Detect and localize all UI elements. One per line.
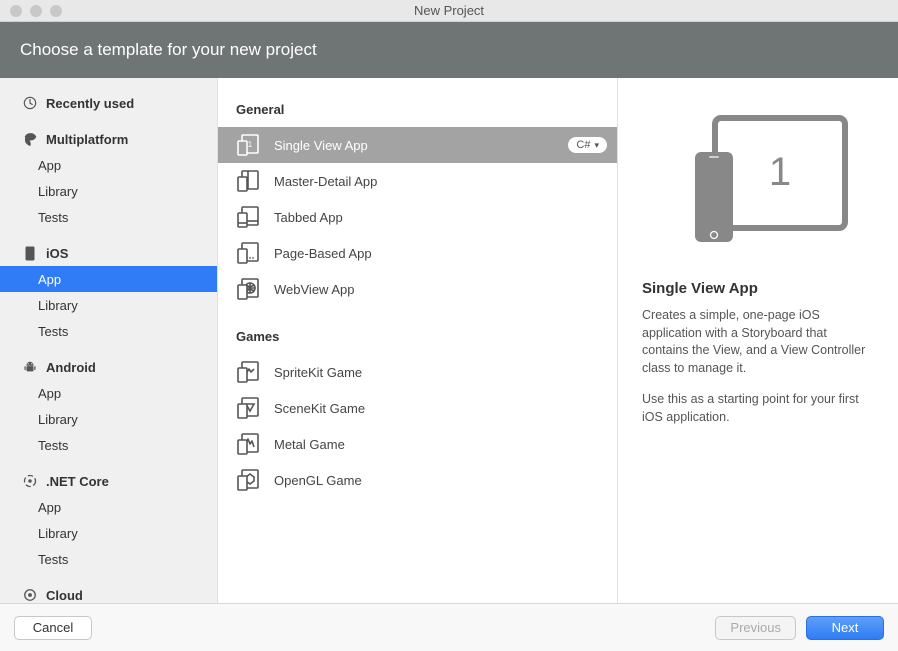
sidebar-item-label: App bbox=[38, 500, 61, 515]
metal-icon bbox=[236, 432, 260, 456]
sidebar-item[interactable]: Tests bbox=[0, 204, 217, 230]
sidebar-item-label: App bbox=[38, 272, 61, 287]
sidebar-item-label: Tests bbox=[38, 552, 68, 567]
scenekit-icon bbox=[236, 396, 260, 420]
template-row[interactable]: SpriteKit Game bbox=[218, 354, 617, 390]
sidebar-item-label: Library bbox=[38, 298, 78, 313]
footer: Cancel Previous Next bbox=[0, 603, 898, 651]
sidebar-item-label: Recently used bbox=[46, 96, 134, 111]
previous-button: Previous bbox=[715, 616, 796, 640]
template-label: Single View App bbox=[274, 138, 554, 153]
template-row[interactable]: 1 Single View App C#▾ bbox=[218, 127, 617, 163]
template-section-header: Games bbox=[218, 321, 617, 354]
detail-description-2: Use this as a starting point for your fi… bbox=[642, 391, 874, 426]
sidebar-item-label: Multiplatform bbox=[46, 132, 128, 147]
ios-icon bbox=[22, 245, 38, 261]
single-view-icon: 1 bbox=[236, 133, 260, 157]
sidebar-item-label: App bbox=[38, 386, 61, 401]
template-row[interactable]: Page-Based App bbox=[218, 235, 617, 271]
template-label: Metal Game bbox=[274, 437, 607, 452]
sidebar-item[interactable]: Recently used bbox=[0, 90, 217, 116]
template-label: OpenGL Game bbox=[274, 473, 607, 488]
opengl-icon bbox=[236, 468, 260, 492]
sidebar-item[interactable]: .NET Core bbox=[0, 468, 217, 494]
template-row[interactable]: Master-Detail App bbox=[218, 163, 617, 199]
sidebar-item-label: Library bbox=[38, 412, 78, 427]
window-title: New Project bbox=[0, 3, 898, 18]
template-section-header: General bbox=[218, 94, 617, 127]
next-button[interactable]: Next bbox=[806, 616, 884, 640]
sidebar-item[interactable]: App bbox=[0, 380, 217, 406]
tabbed-icon bbox=[236, 205, 260, 229]
sidebar-item[interactable]: App bbox=[0, 266, 217, 292]
traffic-lights bbox=[0, 5, 62, 17]
detail-description-1: Creates a simple, one-page iOS applicati… bbox=[642, 307, 874, 377]
sidebar-item[interactable]: Tests bbox=[0, 546, 217, 572]
spritekit-icon bbox=[236, 360, 260, 384]
page-based-icon bbox=[236, 241, 260, 265]
template-label: Tabbed App bbox=[274, 210, 607, 225]
sidebar-item-label: iOS bbox=[46, 246, 68, 261]
content: Recently used Multiplatform App Library Test… bbox=[0, 78, 898, 603]
sidebar-item-label: Library bbox=[38, 184, 78, 199]
sidebar-item[interactable]: iOS bbox=[0, 240, 217, 266]
template-row[interactable]: Metal Game bbox=[218, 426, 617, 462]
sidebar-item-label: Cloud bbox=[46, 588, 83, 603]
sidebar: Recently used Multiplatform App Library Test… bbox=[0, 78, 218, 603]
sidebar-item[interactable]: Library bbox=[0, 292, 217, 318]
template-label: Page-Based App bbox=[274, 246, 607, 261]
svg-text:1: 1 bbox=[769, 150, 791, 194]
detail-illustration: 1 bbox=[642, 110, 874, 250]
sidebar-item[interactable]: Library bbox=[0, 406, 217, 432]
banner-text: Choose a template for your new project bbox=[20, 40, 317, 59]
sidebar-item[interactable]: Library bbox=[0, 178, 217, 204]
cloud-icon bbox=[22, 587, 38, 603]
sidebar-item[interactable]: Android bbox=[0, 354, 217, 380]
template-label: Master-Detail App bbox=[274, 174, 607, 189]
sidebar-item[interactable]: App bbox=[0, 152, 217, 178]
minimize-window-icon[interactable] bbox=[30, 5, 42, 17]
template-label: WebView App bbox=[274, 282, 607, 297]
sidebar-item-label: Library bbox=[38, 526, 78, 541]
template-label: SpriteKit Game bbox=[274, 365, 607, 380]
titlebar: New Project bbox=[0, 0, 898, 22]
cancel-button[interactable]: Cancel bbox=[14, 616, 92, 640]
detail-panel: 1 Single View App Creates a simple, one-… bbox=[618, 78, 898, 603]
svg-text:1: 1 bbox=[248, 140, 253, 149]
banner: Choose a template for your new project bbox=[0, 22, 898, 78]
sidebar-item-label: App bbox=[38, 158, 61, 173]
sidebar-item[interactable]: Tests bbox=[0, 318, 217, 344]
template-label: SceneKit Game bbox=[274, 401, 607, 416]
templates-column: General 1 Single View App C#▾ Master-Detail … bbox=[218, 78, 618, 603]
sidebar-item[interactable]: Library bbox=[0, 520, 217, 546]
sidebar-item-label: Android bbox=[46, 360, 96, 375]
sidebar-item[interactable]: Tests bbox=[0, 432, 217, 458]
template-row[interactable]: OpenGL Game bbox=[218, 462, 617, 498]
sidebar-item-label: Tests bbox=[38, 438, 68, 453]
sidebar-item-label: .NET Core bbox=[46, 474, 109, 489]
sidebar-item[interactable]: Multiplatform bbox=[0, 126, 217, 152]
sidebar-item-label: Tests bbox=[38, 210, 68, 225]
multiplatform-icon bbox=[22, 131, 38, 147]
dotnet-icon bbox=[22, 473, 38, 489]
detail-title: Single View App bbox=[642, 280, 874, 297]
template-row[interactable]: Tabbed App bbox=[218, 199, 617, 235]
zoom-window-icon[interactable] bbox=[50, 5, 62, 17]
chevron-down-icon: ▾ bbox=[594, 140, 599, 151]
master-detail-icon bbox=[236, 169, 260, 193]
sidebar-item-label: Tests bbox=[38, 324, 68, 339]
template-row[interactable]: WebView App bbox=[218, 271, 617, 307]
close-window-icon[interactable] bbox=[10, 5, 22, 17]
language-badge[interactable]: C#▾ bbox=[568, 137, 607, 153]
sidebar-item[interactable]: App bbox=[0, 494, 217, 520]
webview-icon bbox=[236, 277, 260, 301]
template-row[interactable]: SceneKit Game bbox=[218, 390, 617, 426]
clock-icon bbox=[22, 95, 38, 111]
android-icon bbox=[22, 359, 38, 375]
sidebar-item[interactable]: Cloud bbox=[0, 582, 217, 603]
